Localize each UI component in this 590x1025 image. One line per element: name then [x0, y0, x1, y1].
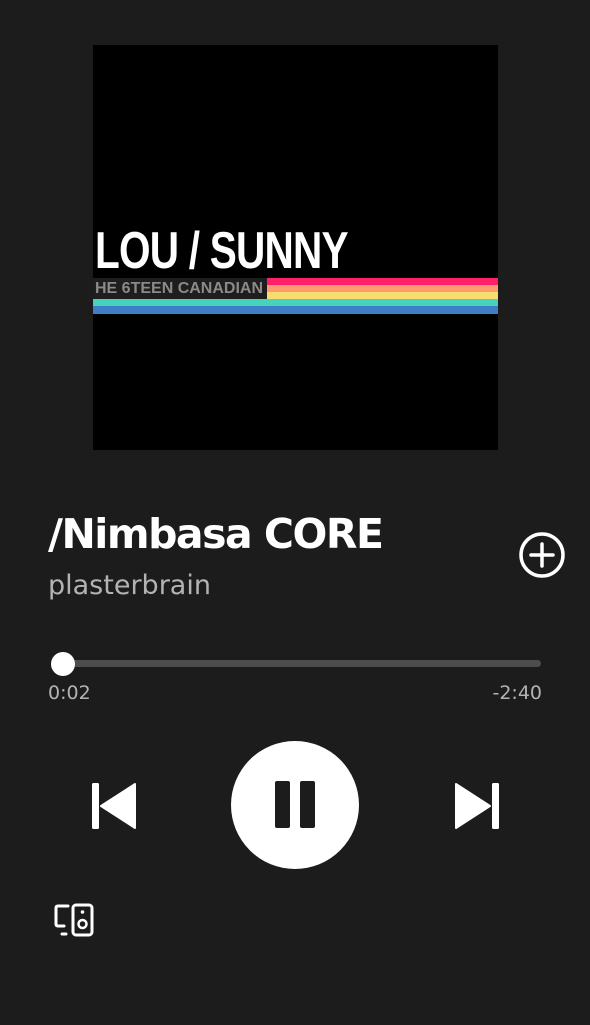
- skip-previous-icon: [88, 780, 140, 832]
- skip-next-icon: [451, 780, 503, 832]
- next-button[interactable]: [451, 780, 503, 832]
- pause-button[interactable]: [231, 741, 359, 869]
- album-art-title: LOU / SUNNY: [95, 222, 349, 280]
- album-art-subtitle: HE 6TEEN CANADIAN: [93, 278, 268, 299]
- track-title: /Nimbasa CORE: [48, 510, 384, 558]
- previous-button[interactable]: [88, 780, 140, 832]
- plus-circle-icon: [518, 531, 566, 579]
- connect-devices-button[interactable]: [54, 902, 96, 938]
- elapsed-time: 0:02: [48, 682, 91, 704]
- album-art-stripe: [93, 306, 498, 314]
- progress-handle[interactable]: [50, 652, 75, 676]
- connect-devices-icon: [54, 902, 96, 938]
- pause-icon: [231, 741, 359, 869]
- add-to-library-button[interactable]: [518, 531, 566, 579]
- remaining-time: -2:40: [492, 682, 542, 704]
- progress-bar[interactable]: [53, 660, 541, 667]
- artist-name[interactable]: plasterbrain: [48, 568, 211, 604]
- album-art: LOU / SUNNY HE 6TEEN CANADIAN: [93, 45, 498, 450]
